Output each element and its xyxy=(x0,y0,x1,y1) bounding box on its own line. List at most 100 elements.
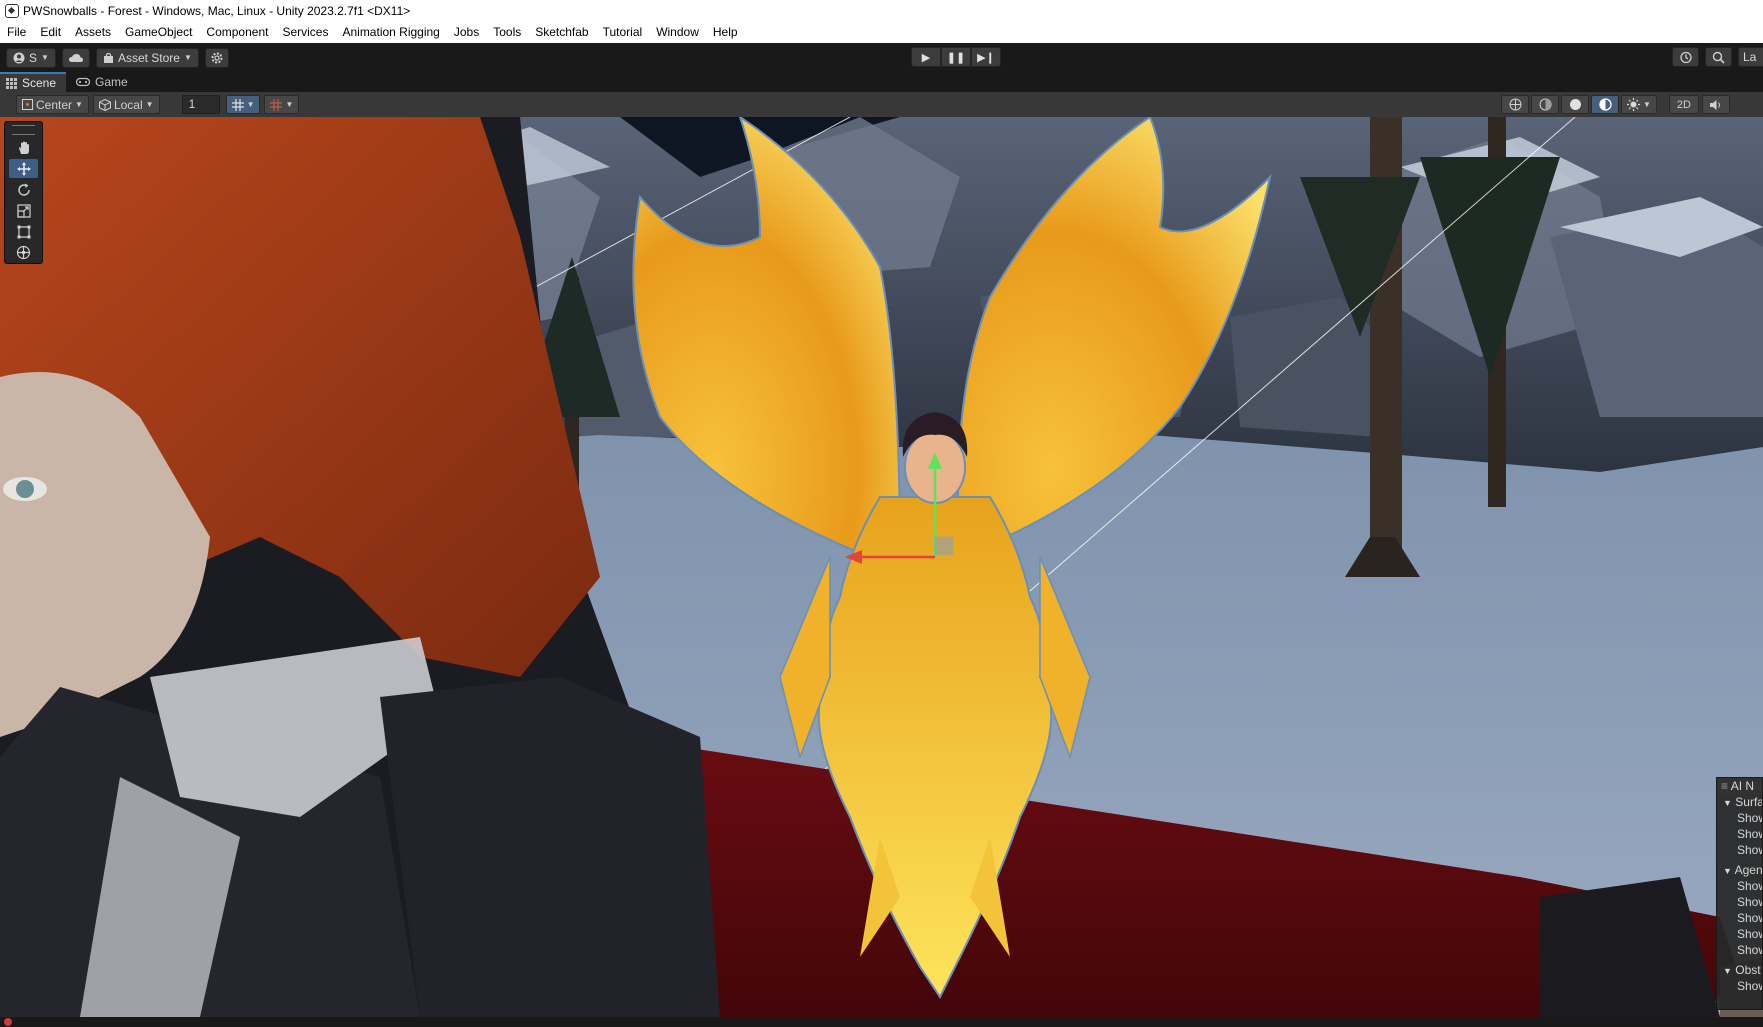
section-label: Obst xyxy=(1735,963,1761,977)
overlay-item[interactable]: Show xyxy=(1717,910,1762,926)
scene-toolbar: Center ▼ Local ▼ 1 ▼ ▼ ▼ 2D xyxy=(0,92,1763,118)
grid-icon xyxy=(231,98,244,111)
layers-label: La xyxy=(1743,50,1757,64)
menu-help[interactable]: Help xyxy=(706,21,745,43)
audio-toggle[interactable] xyxy=(1701,95,1730,114)
globe-icon xyxy=(1509,98,1521,111)
tab-game[interactable]: Game xyxy=(70,72,138,92)
layers-dropdown[interactable]: La xyxy=(1738,47,1763,67)
rotate-icon xyxy=(17,183,30,196)
overlay-item[interactable]: Show xyxy=(1717,810,1762,826)
2d-mode-toggle[interactable]: 2D xyxy=(1668,95,1699,114)
chevron-down-icon: ▼ xyxy=(285,100,294,109)
menu-edit[interactable]: Edit xyxy=(33,21,68,43)
rotate-tool[interactable] xyxy=(9,180,38,199)
menu-component[interactable]: Component xyxy=(199,21,275,43)
gear-icon xyxy=(211,52,223,63)
menu-services[interactable]: Services xyxy=(275,21,335,43)
wireframe-shading-button[interactable] xyxy=(1531,95,1559,114)
rect-tool[interactable] xyxy=(9,222,38,241)
menu-file[interactable]: File xyxy=(0,21,33,43)
pivot-rotation-label: Local xyxy=(113,97,143,112)
overlay-item[interactable]: Show xyxy=(1717,842,1762,858)
lighting-icon xyxy=(1598,98,1612,111)
overlay-item[interactable]: Show xyxy=(1717,894,1762,910)
shaded-button[interactable] xyxy=(1561,95,1589,114)
title-bar: PWSnowballs - Forest - Windows, Mac, Lin… xyxy=(0,0,1763,21)
step-icon: ▶❙ xyxy=(977,51,995,64)
grid-increment-field[interactable]: 1 xyxy=(181,95,220,114)
scene-viewport[interactable] xyxy=(0,117,1763,1017)
tools-overlay xyxy=(4,121,43,264)
section-label: Agen xyxy=(1734,863,1763,877)
overlay-header[interactable]: ≡ AI N xyxy=(1717,778,1762,794)
settings-button[interactable] xyxy=(204,47,229,68)
overlay-section-surfaces[interactable]: ▼ Surfa xyxy=(1717,794,1762,810)
menu-tools[interactable]: Tools xyxy=(486,21,528,43)
chevron-down-icon: ▼ xyxy=(75,100,83,109)
overlay-item[interactable]: Show xyxy=(1717,926,1762,942)
account-dropdown[interactable]: S ▼ xyxy=(6,47,56,68)
triangle-down-icon: ▼ xyxy=(1723,798,1732,808)
overlay-item-label: Show xyxy=(1737,979,1762,993)
menu-window[interactable]: Window xyxy=(649,21,706,43)
overlay-item-label: Show xyxy=(1737,911,1762,925)
menu-bar: File Edit Assets GameObject Component Se… xyxy=(0,21,1763,44)
tab-game-label: Game xyxy=(95,75,128,89)
2d-mode-label: 2D xyxy=(1676,98,1691,111)
move-tool[interactable] xyxy=(9,159,38,178)
scale-tool[interactable] xyxy=(9,201,38,220)
overlay-section-obstacles[interactable]: ▼ Obst xyxy=(1717,962,1762,978)
grid-toggle[interactable]: ▼ xyxy=(225,95,261,114)
lit-shading-button[interactable] xyxy=(1591,95,1619,114)
asset-store-dropdown[interactable]: Asset Store ▼ xyxy=(95,47,199,68)
chevron-down-icon: ▼ xyxy=(246,100,255,109)
overlay-item[interactable]: Show xyxy=(1717,826,1762,842)
pause-button[interactable]: ❚❚ xyxy=(941,47,971,67)
draw-mode-button[interactable] xyxy=(1501,95,1529,114)
error-icon xyxy=(4,1018,12,1026)
play-button[interactable]: ▶ xyxy=(911,47,941,67)
transform-tool[interactable] xyxy=(9,243,38,262)
view-tool[interactable] xyxy=(9,138,38,157)
history-icon xyxy=(1680,51,1692,63)
menu-gameobject[interactable]: GameObject xyxy=(118,21,199,43)
transform-icon xyxy=(16,245,31,260)
menu-jobs[interactable]: Jobs xyxy=(447,21,486,43)
toolbar-right: La xyxy=(1666,47,1763,67)
tab-bar: Scene Game xyxy=(0,72,1763,92)
snap-icon xyxy=(270,98,283,111)
scene-render xyxy=(0,117,1763,1017)
overlay-item[interactable]: Show xyxy=(1717,942,1762,958)
overlay-item-label: Show xyxy=(1737,943,1762,957)
status-bar[interactable] xyxy=(0,1017,1763,1027)
unity-logo-icon xyxy=(5,3,19,18)
search-icon xyxy=(1712,51,1725,64)
window-title: PWSnowballs - Forest - Windows, Mac, Lin… xyxy=(23,3,411,18)
effects-dropdown[interactable]: ▼ xyxy=(1621,95,1657,114)
overlay-item[interactable]: Show xyxy=(1717,878,1762,894)
step-button[interactable]: ▶❙ xyxy=(971,47,1001,67)
pivot-rotation-dropdown[interactable]: Local ▼ xyxy=(92,95,160,114)
scale-icon xyxy=(16,203,31,218)
overlay-title: AI N xyxy=(1730,779,1755,793)
snap-toggle[interactable]: ▼ xyxy=(264,95,300,114)
chevron-down-icon: ▼ xyxy=(183,53,192,62)
cube-icon xyxy=(98,98,111,111)
gamepad-icon xyxy=(76,77,91,87)
menu-animation-rigging[interactable]: Animation Rigging xyxy=(335,21,446,43)
overlay-item[interactable]: Show xyxy=(1717,978,1762,994)
pivot-mode-dropdown[interactable]: Center ▼ xyxy=(16,95,89,114)
menu-assets[interactable]: Assets xyxy=(68,21,118,43)
tab-scene[interactable]: Scene xyxy=(0,72,67,92)
overlay-section-agents[interactable]: ▼ Agen xyxy=(1717,862,1762,878)
cloud-button[interactable] xyxy=(61,47,90,68)
overlay-grip[interactable] xyxy=(12,125,35,135)
menu-sketchfab[interactable]: Sketchfab xyxy=(528,21,595,43)
chevron-down-icon: ▼ xyxy=(145,100,154,109)
tab-scene-label: Scene xyxy=(22,76,57,90)
menu-tutorial[interactable]: Tutorial xyxy=(596,21,650,43)
search-button[interactable] xyxy=(1705,47,1732,67)
overlay-item-label: Show xyxy=(1737,879,1762,893)
undo-history-button[interactable] xyxy=(1672,47,1699,67)
